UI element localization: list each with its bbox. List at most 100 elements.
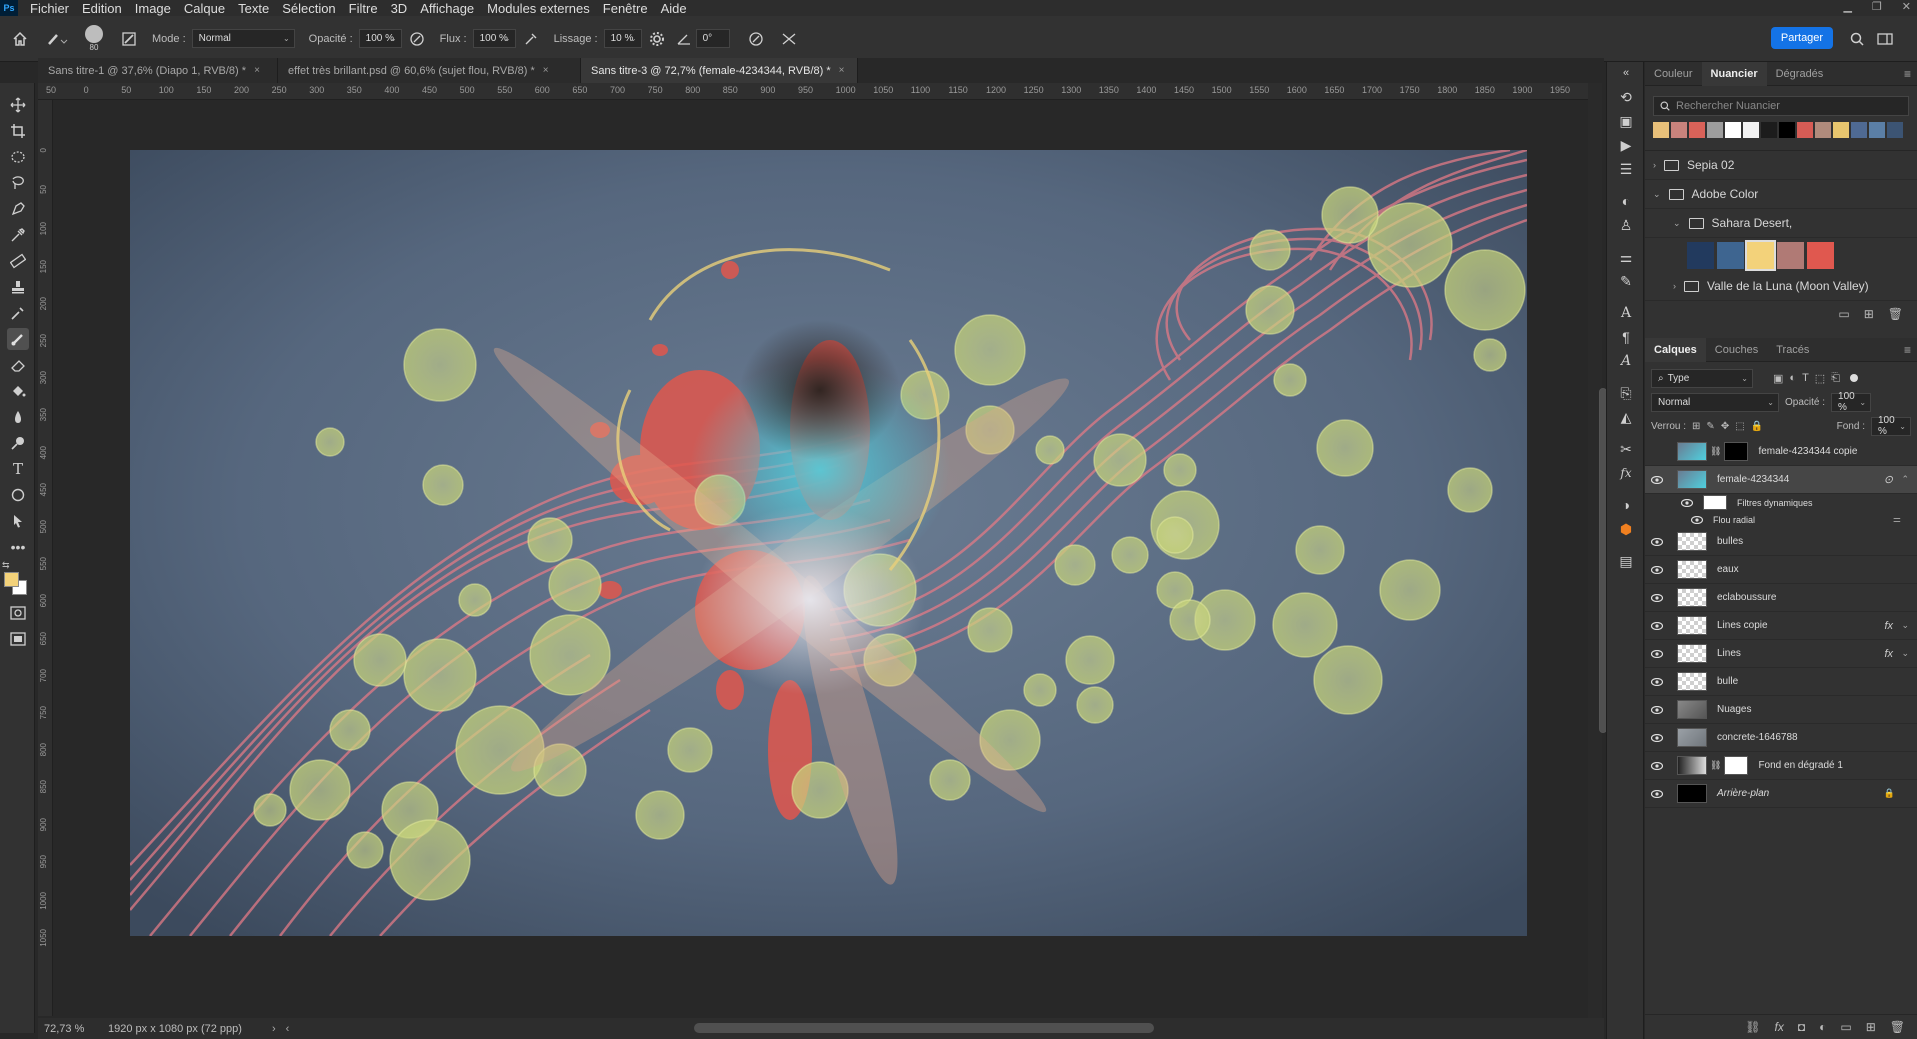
swatch[interactable] — [1725, 122, 1741, 138]
eye-icon[interactable] — [1645, 761, 1669, 770]
filter-options-icon[interactable]: ⚌ — [1893, 514, 1901, 525]
tab-traces[interactable]: Tracés — [1767, 338, 1818, 362]
menu-modules-externes[interactable]: Modules externes — [487, 1, 590, 16]
swatch[interactable] — [1797, 122, 1813, 138]
chevron-down-icon[interactable]: ⌄ — [1673, 218, 1681, 229]
glyphs-icon[interactable]: A — [1615, 350, 1637, 372]
swatch[interactable] — [1653, 122, 1669, 138]
menu-image[interactable]: Image — [135, 1, 171, 16]
workspace-icon[interactable] — [1874, 28, 1896, 50]
swatch[interactable] — [1689, 122, 1705, 138]
panel-menu-icon[interactable]: ≡ — [1904, 67, 1911, 81]
chevron-right-icon[interactable]: › — [1673, 281, 1676, 291]
collapse-icon[interactable]: « — [1615, 62, 1637, 84]
document-canvas[interactable] — [130, 150, 1527, 936]
eye-icon[interactable] — [1645, 733, 1669, 742]
layer-filter-select[interactable]: ⌕ Type ⌄ — [1651, 368, 1753, 388]
trash-icon[interactable]: 🗑 — [1888, 307, 1903, 321]
layer-row[interactable]: eaux — [1645, 556, 1917, 584]
restore-icon[interactable]: ❐ — [1872, 0, 1882, 13]
swatch[interactable] — [1887, 122, 1903, 138]
filter-toggle[interactable] — [1850, 374, 1859, 382]
more-tools-icon[interactable]: ••• — [7, 536, 29, 558]
close-icon[interactable]: × — [254, 65, 260, 76]
eye-icon[interactable] — [1675, 498, 1699, 507]
filter-shape-icon[interactable]: ⬚ — [1815, 372, 1825, 385]
fx-icon[interactable]: fx — [1884, 648, 1893, 660]
swatch[interactable] — [1687, 241, 1714, 269]
layer-row[interactable]: Lines copie fx ⌄ — [1645, 612, 1917, 640]
ellipse-tool-icon[interactable] — [7, 484, 29, 506]
quick-mask-icon[interactable] — [7, 602, 29, 624]
swatch-group-valle[interactable]: › Valle de la Luna (Moon Valley) — [1645, 272, 1917, 301]
layer-row[interactable]: ⛓ female-4234344 copie — [1645, 438, 1917, 466]
layer-row[interactable]: ⛓ Fond en dégradé 1 — [1645, 752, 1917, 780]
canvas-area[interactable] — [54, 101, 1588, 1018]
search-icon[interactable] — [1846, 28, 1868, 50]
filter-adjust-icon[interactable]: ◐ — [1789, 372, 1796, 384]
chevron-left-icon[interactable]: ‹ — [286, 1023, 290, 1035]
eyedropper-2-icon[interactable] — [7, 302, 29, 324]
swatch[interactable] — [1833, 122, 1849, 138]
mode-select[interactable]: Normal ⌄ — [191, 29, 295, 48]
chevron-right-icon[interactable]: › — [1653, 160, 1656, 170]
pen-tool-icon[interactable] — [7, 198, 29, 220]
mask-icon[interactable]: ◘ — [1798, 1020, 1805, 1034]
timeline-icon[interactable]: ◑ — [1615, 494, 1637, 516]
layer-sub-row[interactable]: Filtres dynamiques — [1645, 494, 1917, 511]
menu-fenetre[interactable]: Fenêtre — [603, 1, 648, 16]
chevron-down-icon[interactable]: ⌄ — [1901, 648, 1909, 659]
menu-selection[interactable]: Sélection — [282, 1, 335, 16]
swatch-group-sahara[interactable]: ⌄ Sahara Desert, — [1645, 209, 1917, 238]
new-group-icon[interactable]: ▭ — [1840, 1020, 1851, 1034]
swatch[interactable] — [1671, 122, 1687, 138]
menu-calque[interactable]: Calque — [184, 1, 225, 16]
lock-position-icon[interactable]: ✥ — [1721, 421, 1729, 432]
brush-icon[interactable]: ✎ — [1615, 270, 1637, 292]
type-tool-icon[interactable]: T — [7, 458, 29, 480]
new-layer-icon[interactable]: ⊞ — [1866, 1020, 1876, 1034]
fx-icon[interactable]: fx — [1775, 1020, 1784, 1034]
chevron-down-icon[interactable]: ⌄ — [1653, 189, 1661, 200]
filter-smart-icon[interactable]: ⎗ — [1831, 372, 1840, 385]
close-icon[interactable]: × — [543, 65, 549, 76]
swatch[interactable] — [1743, 122, 1759, 138]
foreground-color[interactable] — [4, 572, 19, 587]
layer-sub-row[interactable]: Flou radial ⚌ — [1645, 511, 1917, 528]
blend-mode-select[interactable]: Normal ⌄ — [1651, 392, 1779, 412]
tab-couches[interactable]: Couches — [1706, 338, 1767, 362]
swatch-group-sepia[interactable]: › Sepia 02 — [1645, 151, 1917, 180]
layer-row[interactable]: Arrière-plan 🔒 — [1645, 780, 1917, 808]
paint-bucket-icon[interactable] — [7, 380, 29, 402]
selection-arrow-icon[interactable] — [7, 510, 29, 532]
swatch[interactable] — [1761, 122, 1777, 138]
new-swatch-icon[interactable]: ⊞ — [1864, 307, 1874, 321]
airbrush-icon[interactable] — [516, 24, 546, 54]
link-icon[interactable]: ⛓ — [1745, 1020, 1760, 1034]
layer-row[interactable]: concrete-1646788 — [1645, 724, 1917, 752]
blur-tool-icon[interactable] — [7, 406, 29, 428]
pressure-opacity-icon[interactable] — [402, 24, 432, 54]
share-button[interactable]: Partager — [1771, 27, 1833, 49]
eraser-tool-icon[interactable] — [7, 354, 29, 376]
menu-fichier[interactable]: Fichier — [30, 1, 69, 16]
swatch[interactable] — [1707, 122, 1723, 138]
menu-filtre[interactable]: Filtre — [349, 1, 378, 16]
adjustments-icon[interactable]: ⚌ — [1615, 246, 1637, 268]
eye-icon[interactable] — [1645, 593, 1669, 602]
close-icon[interactable]: × — [839, 65, 845, 76]
brush-preset-icon[interactable] — [40, 24, 74, 54]
menu-3d[interactable]: 3D — [391, 1, 408, 16]
lock-artboard-icon[interactable]: ⬚ — [1735, 421, 1744, 432]
character-icon[interactable]: A — [1615, 302, 1637, 324]
opacity-input[interactable]: 100 % ⌄ — [358, 29, 402, 48]
menu-edition[interactable]: Edition — [82, 1, 122, 16]
marquee-tool-icon[interactable] — [7, 146, 29, 168]
user-icon[interactable]: ♙ — [1615, 214, 1637, 236]
swatch[interactable] — [1745, 239, 1776, 271]
eye-icon[interactable] — [1685, 515, 1709, 524]
clone-source-icon[interactable]: ⎘ — [1615, 382, 1637, 404]
swatch[interactable] — [1851, 122, 1867, 138]
swatches-search-input[interactable]: Rechercher Nuancier — [1653, 96, 1909, 116]
chevron-up-icon[interactable]: ⌃ — [1901, 474, 1909, 485]
